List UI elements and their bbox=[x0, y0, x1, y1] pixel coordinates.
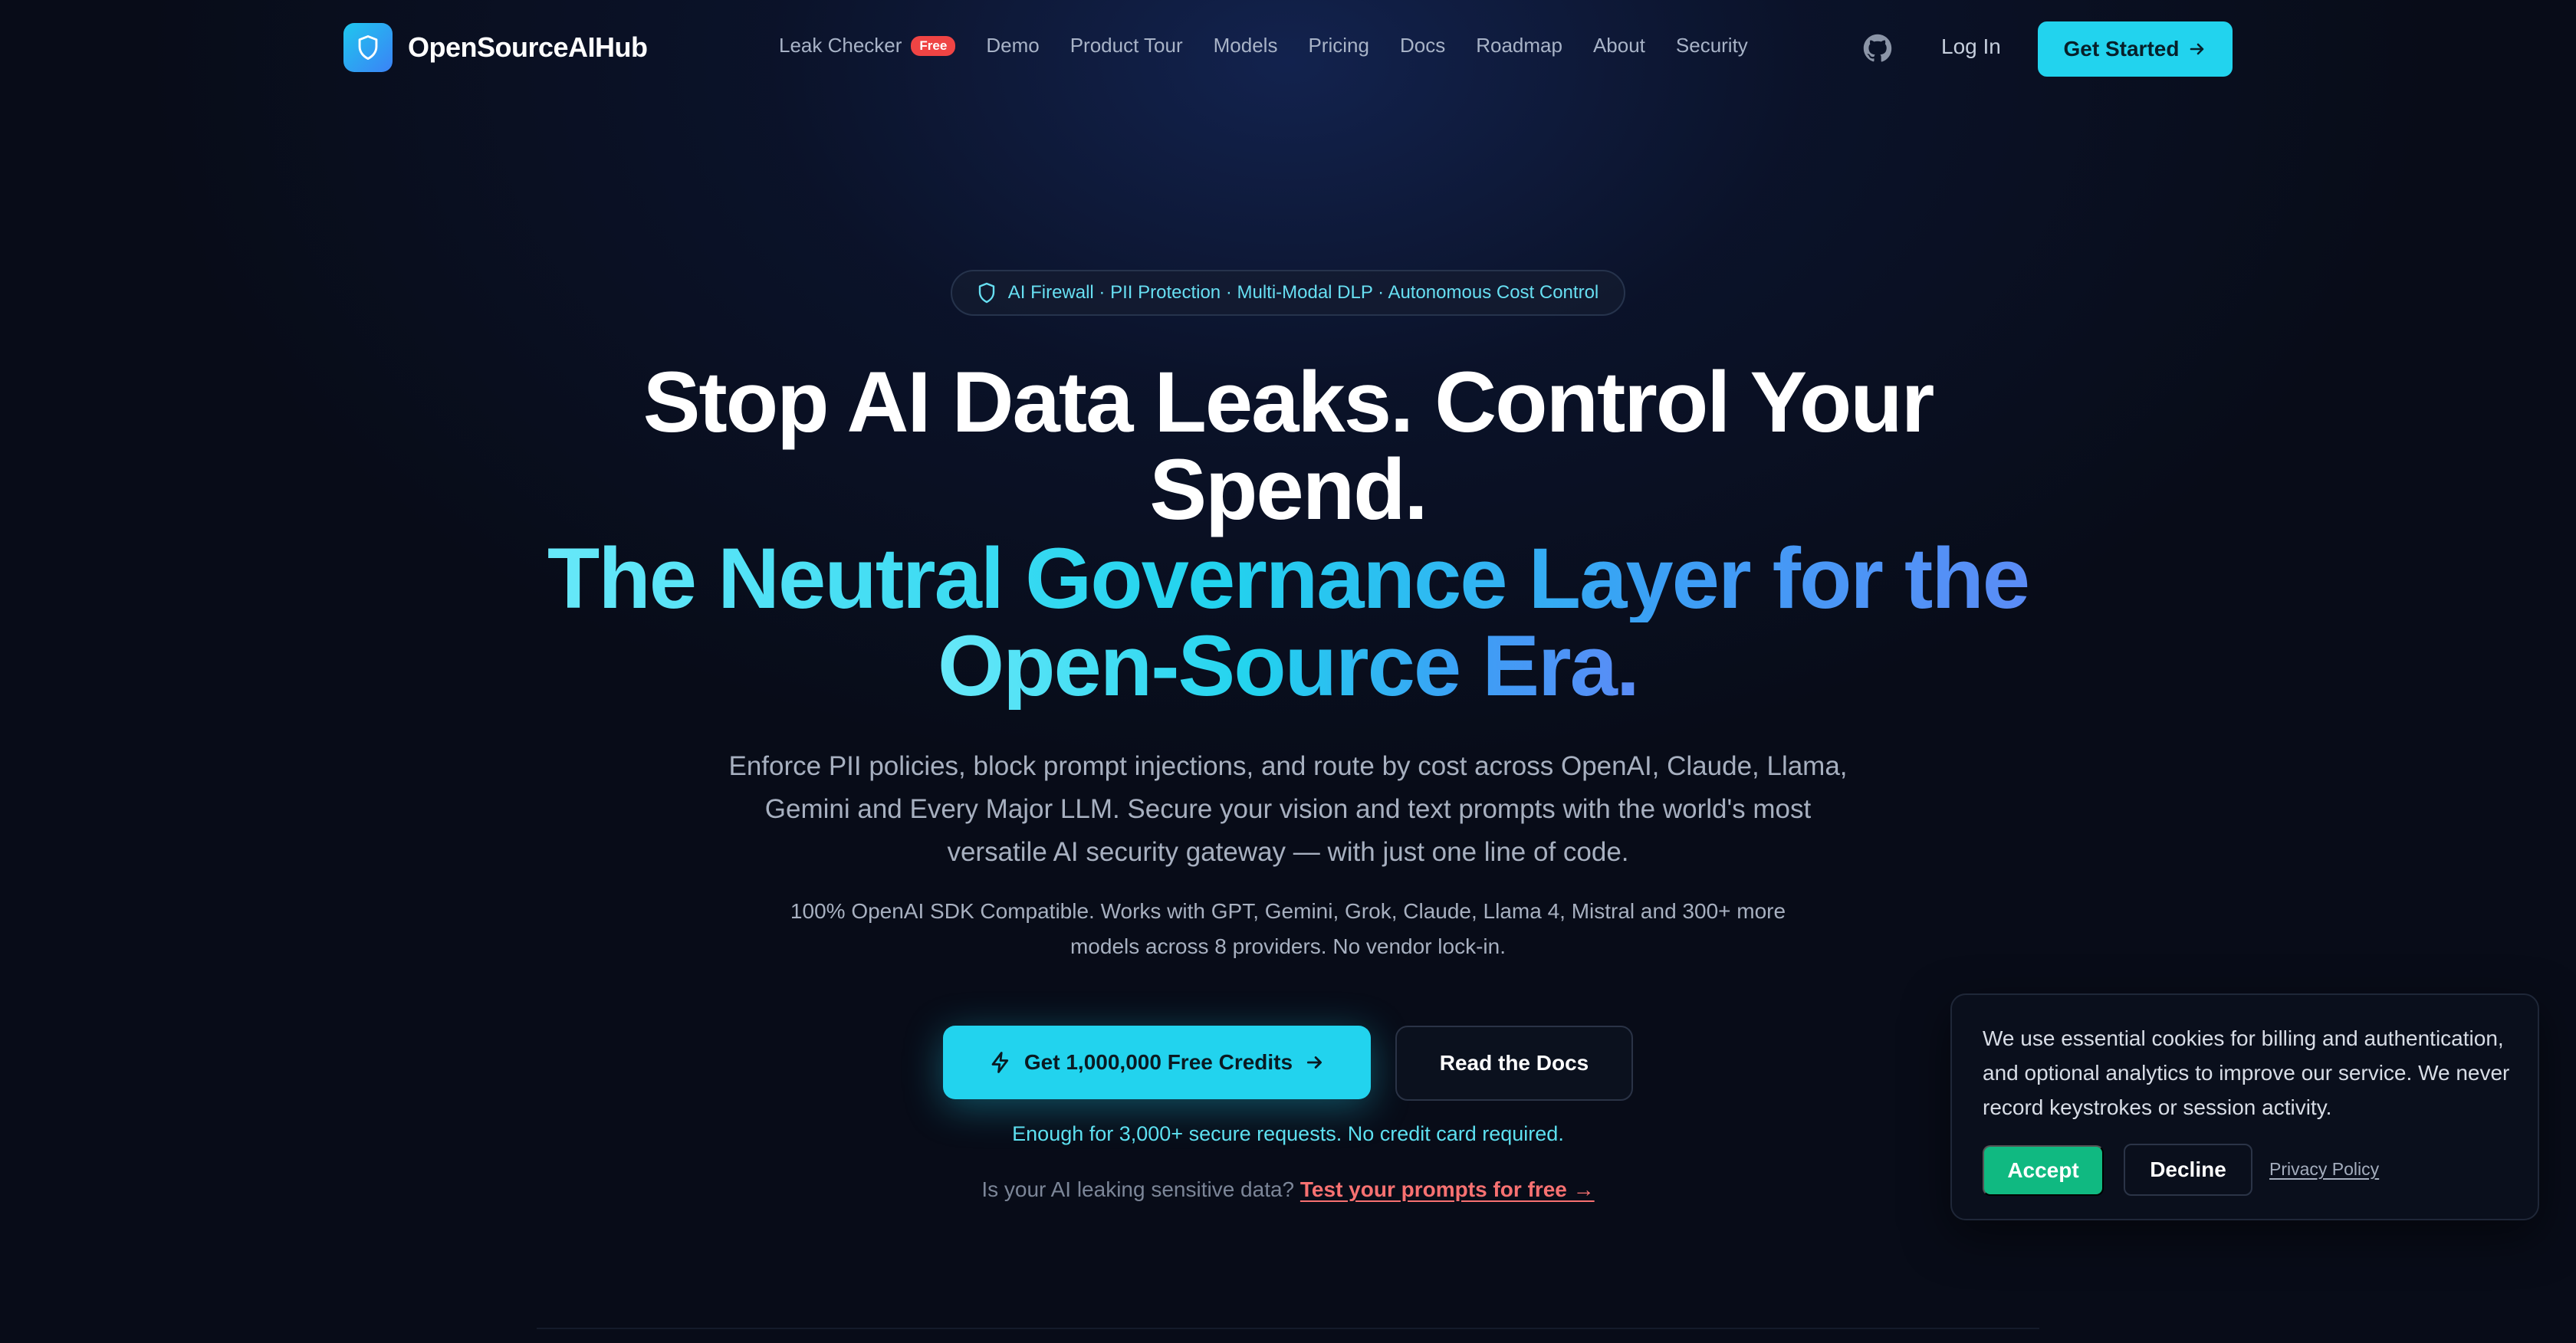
nav-pricing[interactable]: Pricing bbox=[1308, 34, 1368, 57]
nav-leak-checker-label: Leak Checker bbox=[779, 34, 902, 57]
compatibility-line-1: 100% OpenAI SDK Compatible. Works with G… bbox=[790, 899, 1786, 923]
hero-subtitle: Enforce PII policies, block prompt injec… bbox=[690, 745, 1886, 874]
hero-headline: Stop AI Data Leaks. Control Your Spend. bbox=[0, 359, 2576, 534]
section-divider bbox=[537, 1328, 2039, 1329]
lightning-icon bbox=[991, 1052, 1009, 1073]
get-started-label: Get Started bbox=[2063, 37, 2180, 61]
brand-logo[interactable]: OpenSourceAIHub bbox=[343, 23, 648, 72]
cookie-banner: We use essential cookies for billing and… bbox=[1950, 993, 2539, 1220]
cookie-message: We use essential cookies for billing and… bbox=[1983, 1026, 2510, 1119]
compatibility-line-2: models across 8 providers. No vendor loc… bbox=[1070, 934, 1506, 958]
shield-icon bbox=[343, 23, 393, 72]
nav-roadmap[interactable]: Roadmap bbox=[1476, 34, 1562, 57]
decline-cookies-button[interactable]: Decline bbox=[2124, 1144, 2252, 1196]
nav-product-tour[interactable]: Product Tour bbox=[1070, 34, 1183, 57]
hero-subtitle-line-3: versatile AI security gateway — with jus… bbox=[947, 837, 1629, 867]
compatibility-note: 100% OpenAI SDK Compatible. Works with G… bbox=[767, 894, 1809, 964]
free-credits-label: Get 1,000,000 Free Credits bbox=[1024, 1050, 1293, 1074]
nav-leak-checker[interactable]: Leak Checker Free bbox=[779, 34, 956, 57]
hero-headline-line-1: Stop AI Data Leaks. Control Your bbox=[642, 354, 1935, 450]
read-docs-button[interactable]: Read the Docs bbox=[1395, 1026, 1633, 1101]
nav-models[interactable]: Models bbox=[1214, 34, 1278, 57]
get-started-button[interactable]: Get Started bbox=[2038, 21, 2233, 77]
brand-name: OpenSourceAIHub bbox=[408, 31, 648, 63]
hero-accent-line-2: Open-Source Era. bbox=[937, 618, 1640, 714]
shield-icon bbox=[978, 282, 994, 304]
test-prompts-link[interactable]: Test your prompts for free → bbox=[1300, 1177, 1595, 1201]
nav-demo[interactable]: Demo bbox=[986, 34, 1039, 57]
nav-security[interactable]: Security bbox=[1676, 34, 1748, 57]
hero-accent-headline: The Neutral Governance Layer for the Ope… bbox=[0, 535, 2576, 710]
top-navbar: OpenSourceAIHub Leak Checker Free Demo P… bbox=[0, 0, 2576, 98]
accept-cookies-button[interactable]: Accept bbox=[1983, 1145, 2104, 1196]
nav-docs[interactable]: Docs bbox=[1400, 34, 1445, 57]
leak-question: Is your AI leaking sensitive data? bbox=[981, 1177, 1295, 1201]
hero-accent-line-1: The Neutral Governance Layer for the bbox=[547, 530, 2030, 626]
nav-links: Leak Checker Free Demo Product Tour Mode… bbox=[779, 34, 1748, 57]
arrow-right-icon bbox=[1307, 1056, 1322, 1069]
hero-headline-line-2: Spend. bbox=[1149, 442, 1428, 537]
login-link[interactable]: Log In bbox=[1941, 34, 2001, 59]
nav-about[interactable]: About bbox=[1593, 34, 1645, 57]
hero-subtitle-line-1: Enforce PII policies, block prompt injec… bbox=[728, 751, 1848, 781]
free-badge: Free bbox=[911, 35, 956, 56]
arrow-right-icon bbox=[2190, 43, 2204, 55]
hero-subtitle-line-2: Gemini and Every Major LLM. Secure your … bbox=[764, 794, 1812, 824]
feature-pill: AI Firewall · PII Protection · Multi-Mod… bbox=[951, 270, 1625, 316]
free-credits-button[interactable]: Get 1,000,000 Free Credits bbox=[943, 1026, 1371, 1099]
feature-pill-text: AI Firewall · PII Protection · Multi-Mod… bbox=[1007, 282, 1599, 303]
privacy-policy-link[interactable]: Privacy Policy bbox=[2269, 1159, 2379, 1180]
landing-page: OpenSourceAIHub Leak Checker Free Demo P… bbox=[0, 0, 2576, 1343]
github-icon[interactable] bbox=[1863, 34, 1892, 63]
